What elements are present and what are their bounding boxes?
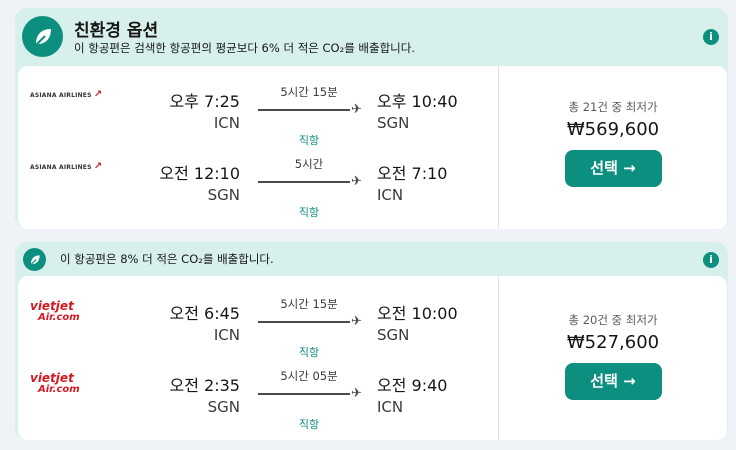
airline-logo: vietjet Air.com bbox=[30, 371, 80, 395]
arrival-time: 오후 10:40 bbox=[377, 92, 458, 111]
info-icon[interactable]: i bbox=[703, 252, 719, 268]
flight-panel[interactable]: vietjet Air.com 오전 6:45 ICN 5시간 15분 ✈ 직항 … bbox=[18, 276, 727, 440]
route-line bbox=[258, 109, 350, 111]
airline-logo: vietjet Air.com bbox=[30, 299, 80, 323]
flight-leg: ASIANA AIRLINES ↗ 오전 12:10 SGN 5시간 ✈ 직항 … bbox=[18, 144, 498, 219]
arrival-airport: SGN bbox=[377, 114, 410, 132]
flight-duration: 5시간 bbox=[294, 157, 324, 171]
route-line bbox=[258, 321, 350, 323]
route-line bbox=[258, 393, 350, 395]
select-button[interactable]: 선택 → bbox=[564, 363, 662, 400]
eco-title: 친환경 옵션 bbox=[74, 21, 159, 41]
price: ₩527,600 bbox=[566, 332, 660, 353]
departure-time: 오후 7:25 bbox=[169, 92, 240, 111]
arrival-airport: ICN bbox=[377, 398, 404, 416]
plane-icon: ✈ bbox=[351, 174, 362, 189]
leaf-icon bbox=[23, 248, 46, 271]
departure-airport: ICN bbox=[213, 326, 240, 344]
leaf-icon bbox=[22, 16, 63, 57]
arrival-airport: SGN bbox=[377, 326, 410, 344]
eco-flight-card: 이 항공편은 8% 더 적은 CO₂를 배출합니다. i vietjet Air.… bbox=[15, 242, 728, 440]
airline-logo: ASIANA AIRLINES ↗ bbox=[30, 89, 103, 100]
route-line bbox=[258, 181, 350, 183]
flight-leg: ASIANA AIRLINES ↗ 오후 7:25 ICN 5시간 15분 ✈ … bbox=[18, 72, 498, 147]
plane-icon: ✈ bbox=[351, 102, 362, 117]
flight-panel[interactable]: ASIANA AIRLINES ↗ 오후 7:25 ICN 5시간 15분 ✈ … bbox=[18, 66, 727, 229]
info-icon[interactable]: i bbox=[703, 29, 719, 45]
stops-label: 직항 bbox=[298, 206, 320, 219]
airline-logo: ASIANA AIRLINES ↗ bbox=[30, 161, 103, 172]
price: ₩569,600 bbox=[566, 119, 660, 140]
price-area: 총 20건 중 최저가 ₩527,600 선택 → bbox=[499, 276, 727, 440]
departure-time: 오전 2:35 bbox=[169, 376, 240, 395]
arrival-time: 오전 10:00 bbox=[377, 304, 458, 323]
departure-time: 오전 12:10 bbox=[159, 164, 240, 183]
price-count: 총 20건 중 최저가 bbox=[568, 313, 658, 327]
plane-icon: ✈ bbox=[351, 386, 362, 401]
plane-icon: ✈ bbox=[351, 314, 362, 329]
flight-duration: 5시간 15분 bbox=[280, 85, 338, 99]
flight-duration: 5시간 15분 bbox=[280, 297, 338, 311]
select-button[interactable]: 선택 → bbox=[564, 150, 662, 187]
price-area: 총 21건 중 최저가 ₩569,600 선택 → bbox=[499, 66, 727, 229]
eco-flight-card: 친환경 옵션 이 항공편은 검색한 항공편의 평균보다 6% 더 적은 CO₂를… bbox=[15, 8, 728, 229]
price-count: 총 21건 중 최저가 bbox=[568, 100, 658, 114]
arrival-time: 오전 9:40 bbox=[377, 376, 448, 395]
departure-airport: SGN bbox=[207, 186, 240, 204]
eco-message: 이 항공편은 8% 더 적은 CO₂를 배출합니다. bbox=[60, 252, 274, 266]
stops-label: 직항 bbox=[298, 418, 320, 431]
eco-banner: 이 항공편은 8% 더 적은 CO₂를 배출합니다. i bbox=[15, 242, 728, 275]
flight-leg: vietjet Air.com 오전 2:35 SGN 5시간 05분 ✈ 직항 … bbox=[18, 356, 498, 431]
departure-time: 오전 6:45 bbox=[169, 304, 240, 323]
arrival-airport: ICN bbox=[377, 186, 404, 204]
departure-airport: ICN bbox=[213, 114, 240, 132]
eco-banner: 친환경 옵션 이 항공편은 검색한 항공편의 평균보다 6% 더 적은 CO₂를… bbox=[15, 8, 728, 66]
arrival-time: 오전 7:10 bbox=[377, 164, 448, 183]
departure-airport: SGN bbox=[207, 398, 240, 416]
flight-leg: vietjet Air.com 오전 6:45 ICN 5시간 15분 ✈ 직항 … bbox=[18, 284, 498, 359]
eco-message: 이 항공편은 검색한 항공편의 평균보다 6% 더 적은 CO₂를 배출합니다. bbox=[74, 41, 415, 55]
flight-duration: 5시간 05분 bbox=[280, 369, 338, 383]
